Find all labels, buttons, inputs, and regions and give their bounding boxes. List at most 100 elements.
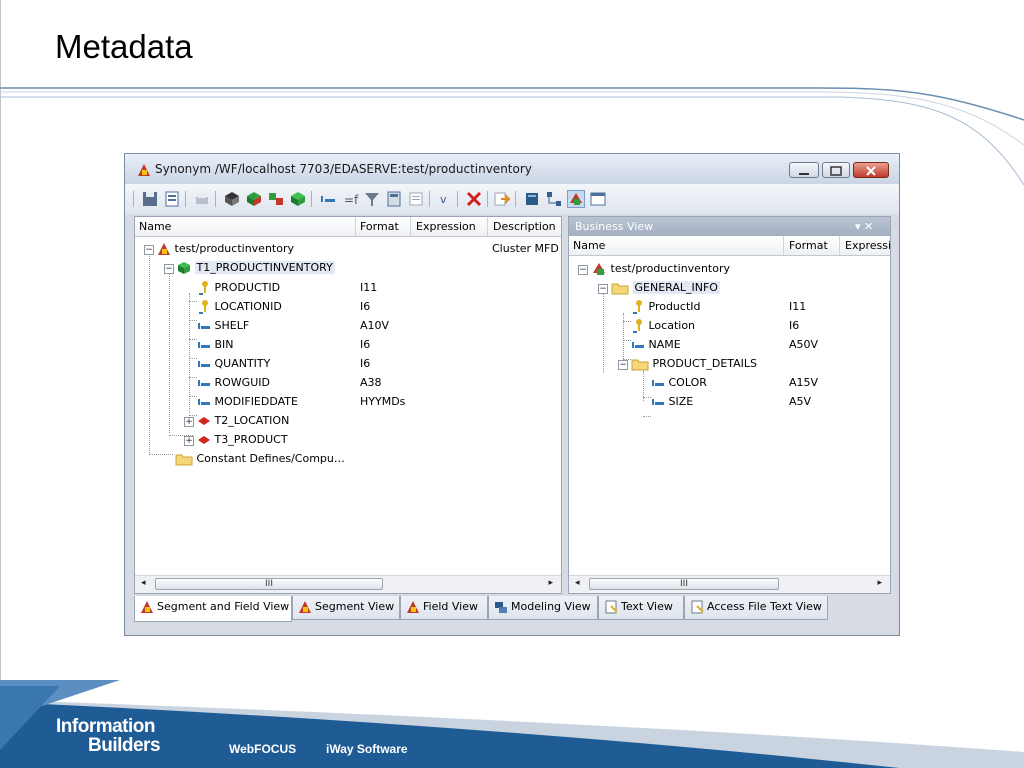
tree-row[interactable]: BIN [197,335,234,354]
scroll-thumb[interactable]: III [589,578,779,590]
tree-row[interactable]: QUANTITY [197,354,270,373]
collapse-toggle[interactable]: − [618,360,628,370]
tree-row[interactable]: T1_PRODUCTINVENTORY [177,258,335,277]
print-icon[interactable] [193,190,211,208]
tree-row[interactable]: PRODUCT_DETAILS [631,354,757,373]
expand-toggle[interactable]: + [184,417,194,427]
close-icon [866,166,876,176]
col-format[interactable]: Format [789,239,828,252]
tree-row-format: I6 [360,338,371,351]
col-format[interactable]: Format [360,220,399,233]
properties-icon[interactable] [163,190,181,208]
synonym-window: Synonym /WF/localhost 7703/EDASERVE:test… [124,153,900,636]
tree-row-format: I11 [789,300,807,313]
scroll-thumb[interactable]: III [155,578,383,590]
tab-segment-and-field-view[interactable]: Segment and Field View [134,596,292,622]
view-tabs: Segment and Field View Segment View Fiel… [134,596,894,622]
minimize-button[interactable] [789,162,819,178]
tab-modeling-view[interactable]: Modeling View [488,596,598,620]
calculator-icon[interactable] [385,190,403,208]
tab-segment-view[interactable]: Segment View [292,596,400,620]
database-icon[interactable] [523,190,541,208]
delete-icon[interactable] [465,190,483,208]
tree-row[interactable]: T3_PRODUCT [197,430,288,449]
tree-row-label: SIZE [668,395,694,408]
scroll-right-icon[interactable]: ▸ [877,578,882,588]
tree-row[interactable]: test/productinventory [591,259,730,278]
window-title: Synonym /WF/localhost 7703/EDASERVE:test… [155,162,532,176]
field-icon [198,361,210,367]
collapse-toggle[interactable]: − [598,284,608,294]
filter-icon[interactable] [363,190,381,208]
tree-row[interactable]: MODIFIEDDATE [197,392,298,411]
save-icon[interactable] [141,190,159,208]
svg-text:v: v [440,193,447,206]
tree-row-format: I6 [360,357,371,370]
collapse-toggle[interactable]: − [164,264,174,274]
insert-segment-icon[interactable] [245,190,263,208]
close-button[interactable] [853,162,889,178]
toolbar: =f v [125,184,899,214]
list-icon[interactable] [407,190,425,208]
folder-icon [175,454,193,466]
right-horizontal-scrollbar[interactable]: ◂ III ▸ [569,575,890,593]
compute-icon[interactable]: =f [341,190,359,208]
col-expression[interactable]: Expression [416,220,476,233]
collapse-toggle[interactable]: − [578,265,588,275]
tree-row[interactable]: test/productinventory [157,239,294,258]
window-icon[interactable] [589,190,607,208]
tree-row-label: MODIFIEDDATE [214,395,298,408]
tree-row[interactable]: Constant Defines/Compu… [175,449,345,468]
tree-row[interactable]: ROWGUID [197,373,270,392]
scroll-right-icon[interactable]: ▸ [548,578,553,588]
tab-access-file-text-view[interactable]: Access File Text View [684,596,828,620]
tree-row-label: COLOR [668,376,707,389]
tab-label: Access File Text View [707,600,822,613]
tab-label: Field View [423,600,478,613]
left-horizontal-scrollbar[interactable]: ◂ III ▸ [135,575,561,593]
folder-icon [631,359,649,371]
tree-row-label: T2_LOCATION [214,414,290,427]
tab-field-view[interactable]: Field View [400,596,488,620]
export-icon[interactable] [493,190,511,208]
slide-title: Metadata [55,28,193,65]
cross-ref-segment-icon [198,417,210,425]
tree-row[interactable]: LOCATIONID [197,297,282,316]
tree-row[interactable]: COLOR [651,373,707,392]
tree-row-label: NAME [648,338,681,351]
tree-row[interactable]: PRODUCTID [197,278,280,297]
col-expression[interactable]: Expressi [845,239,890,252]
tree-row[interactable]: SHELF [197,316,249,335]
join-icon[interactable] [267,190,285,208]
tree-row-label: Constant Defines/Compu… [196,452,345,465]
panel-controls[interactable]: ▾ ✕ [855,220,873,233]
insert-field-icon[interactable] [319,190,337,208]
variable-icon[interactable]: v [435,190,453,208]
scroll-left-icon[interactable]: ◂ [141,578,146,588]
business-view-icon[interactable] [567,190,585,208]
scroll-left-icon[interactable]: ◂ [575,578,580,588]
tree-row-label: test/productinventory [174,242,295,255]
tree-row-format: A10V [360,319,390,332]
cube-icon[interactable] [223,190,241,208]
tree-row-label: PRODUCT_DETAILS [652,357,758,370]
col-name[interactable]: Name [139,220,171,233]
tree-row[interactable]: SIZE [651,392,693,411]
tree-row[interactable]: T2_LOCATION [197,411,289,430]
expand-toggle[interactable]: + [184,436,194,446]
col-name[interactable]: Name [573,239,605,252]
tree-row[interactable]: Location [631,316,695,335]
tree-row-format: HYYMDs [360,395,406,408]
tab-text-view[interactable]: Text View [598,596,684,620]
tree-row[interactable]: ProductId [631,297,701,316]
collapse-toggle[interactable]: − [144,245,154,255]
segment-icon[interactable] [289,190,307,208]
synonym-icon [138,164,150,176]
maximize-button[interactable] [822,162,850,178]
col-description[interactable]: Description [493,220,556,233]
tree-row[interactable]: GENERAL_INFO [611,278,720,297]
hierarchy-icon[interactable] [545,190,563,208]
synonym-icon [299,601,311,613]
tree-row-label: LOCATIONID [214,300,282,313]
tree-row[interactable]: NAME [631,335,681,354]
